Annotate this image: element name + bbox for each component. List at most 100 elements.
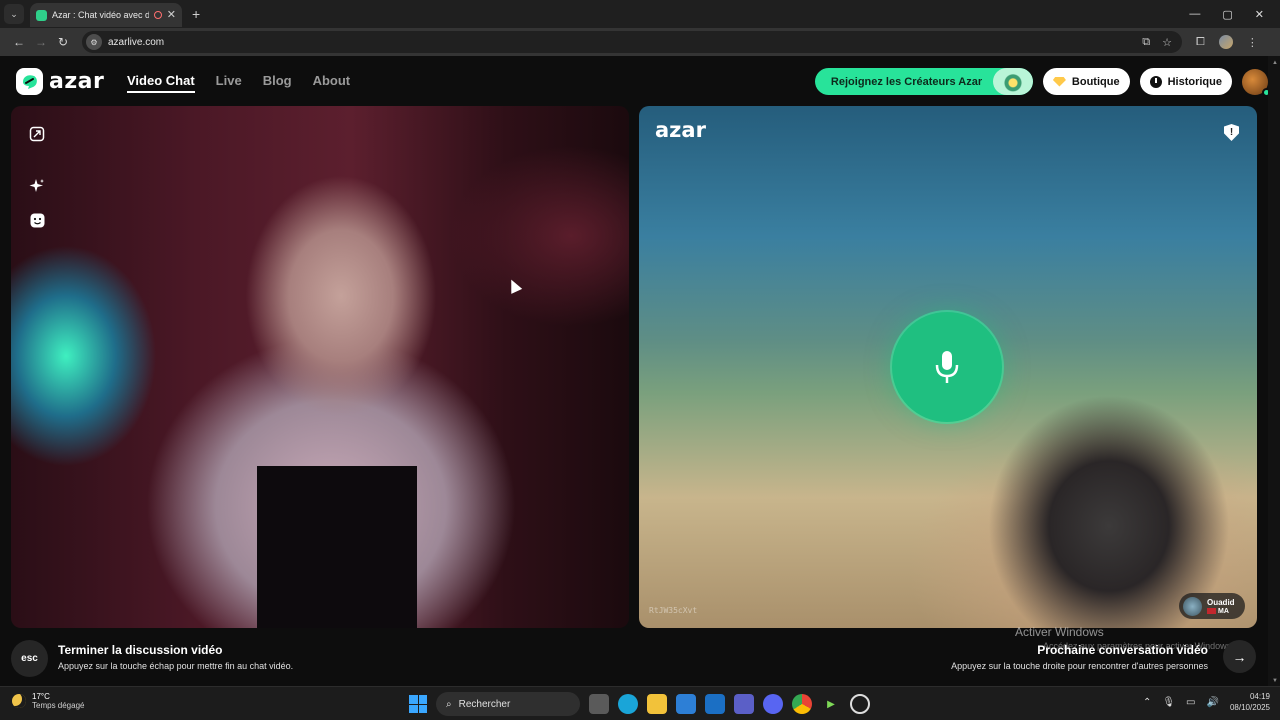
join-creators-button[interactable]: Rejoignez les Créateurs Azar [814, 68, 1033, 95]
system-clock[interactable]: 04:19 08/10/2025 [1230, 691, 1270, 713]
end-chat-hint: Appuyez sur la touche échap pour mettre … [58, 661, 294, 671]
chrome-icon[interactable] [792, 694, 812, 714]
scroll-up-icon[interactable]: ▲ [1272, 60, 1278, 66]
report-shield-icon[interactable]: ! [1224, 124, 1239, 141]
address-bar[interactable]: ⚙ azarlive.com ⧉ ☆ [82, 31, 1182, 53]
forward-icon[interactable]: → [30, 35, 52, 49]
windows-taskbar: 17°C Temps dégagé ⌕ Rechercher ▶ ⌃ 🎙 ▭ 🔊… [0, 686, 1280, 720]
close-window-button[interactable]: ✕ [1255, 8, 1264, 21]
logo-text: azar [49, 69, 105, 94]
tab-title: Azar : Chat vidéo avec de n [52, 10, 149, 20]
start-button[interactable] [409, 695, 427, 713]
local-video [11, 106, 629, 628]
system-tray: ⌃ 🎙 ▭ 🔊 04:19 08/10/2025 [1143, 691, 1270, 713]
chat-footer: Activer Windows Accédez aux paramètres p… [0, 625, 1280, 686]
remote-azar-logo: azar [655, 118, 706, 142]
moon-icon [12, 694, 26, 708]
bookmark-star-icon[interactable]: ☆ [1162, 36, 1172, 49]
window-controls: — ▢ ✕ [1189, 8, 1264, 21]
reload-icon[interactable]: ↻ [52, 35, 74, 49]
nav-about[interactable]: About [313, 73, 351, 93]
weather-desc: Temps dégagé [32, 701, 85, 710]
face-filter-icon[interactable] [29, 212, 45, 228]
expand-icon[interactable] [29, 126, 45, 142]
creators-badge-icon [992, 68, 1033, 95]
clock-date: 08/10/2025 [1229, 703, 1270, 712]
peer-country: MA [1207, 608, 1235, 615]
history-button[interactable]: Historique [1139, 68, 1232, 95]
volume-icon[interactable]: 🔊 [1207, 697, 1219, 708]
user-avatar[interactable] [1242, 68, 1271, 97]
shop-label: Boutique [1071, 75, 1120, 88]
browser-tab[interactable]: Azar : Chat vidéo avec de n ✕ [30, 3, 182, 27]
taskbar-search[interactable]: ⌕ Rechercher [436, 692, 580, 716]
search-placeholder: Rechercher [458, 698, 511, 710]
next-chat-button[interactable]: → [1223, 640, 1256, 673]
morocco-flag-icon [1207, 608, 1216, 614]
search-icon: ⌕ [446, 698, 452, 710]
history-label: Historique [1167, 75, 1222, 88]
file-explorer-icon[interactable] [647, 694, 667, 714]
header-actions: Rejoignez les Créateurs Azar Boutique Hi… [814, 68, 1271, 97]
azar-app: azar Video Chat Live Blog About Rejoigne… [0, 56, 1280, 686]
end-chat-info: Terminer la discussion vidéo Appuyez sur… [58, 643, 293, 671]
new-tab-button[interactable]: + [192, 6, 200, 22]
nav-video-chat[interactable]: Video Chat [127, 73, 195, 93]
recording-indicator-icon [153, 11, 162, 19]
browser-tabstrip: ⌄ Azar : Chat vidéo avec de n ✕ + — ▢ ✕ [0, 0, 1280, 28]
clock-time: 04:19 [1249, 692, 1270, 701]
shop-button[interactable]: Boutique [1042, 68, 1130, 95]
browser-menu-icon[interactable]: ⋮ [1247, 36, 1258, 49]
weather-temp: 17°C [32, 692, 50, 701]
maximize-button[interactable]: ▢ [1222, 8, 1232, 21]
microphone-button[interactable] [892, 312, 1002, 422]
sparkle-icon[interactable] [29, 178, 45, 194]
tray-overflow-icon[interactable]: ⌃ [1143, 697, 1151, 708]
clock-icon [1149, 75, 1162, 88]
nav-blog[interactable]: Blog [263, 73, 292, 93]
edge-icon[interactable] [618, 694, 638, 714]
teams-icon[interactable] [734, 694, 754, 714]
site-header: azar Video Chat Live Blog About Rejoigne… [0, 56, 1280, 106]
weather-widget[interactable]: 17°C Temps dégagé [12, 692, 84, 710]
network-icon[interactable]: ▭ [1186, 697, 1195, 708]
discord-icon[interactable] [763, 694, 783, 714]
peer-profile-badge[interactable]: Ouadid MA [1179, 593, 1245, 619]
scroll-down-icon[interactable]: ▼ [1272, 678, 1278, 684]
next-chat-hint: Appuyez sur la touche droite pour rencon… [951, 661, 1208, 671]
azar-logo-icon [16, 68, 43, 95]
main-nav: Video Chat Live Blog About [127, 73, 350, 93]
task-view-icon[interactable] [589, 694, 609, 714]
activate-windows-watermark: Activer Windows [1015, 625, 1104, 639]
video-subject [257, 466, 417, 628]
browser-toolbar: ← → ↻ ⚙ azarlive.com ⧉ ☆ ⧠ ⋮ [0, 28, 1280, 56]
end-chat-button[interactable]: esc [11, 640, 48, 677]
remote-video: azar ! RtJW35cXvt Ouadid MA [639, 106, 1257, 628]
peer-avatar [1183, 596, 1202, 616]
store-icon[interactable] [676, 694, 696, 714]
obs-icon[interactable] [850, 694, 870, 714]
page-scrollbar[interactable]: ▲ ▼ [1268, 56, 1280, 686]
url-text[interactable]: azarlive.com [108, 37, 164, 48]
taskbar-apps: ⌕ Rechercher ▶ [409, 692, 870, 716]
end-chat-title: Terminer la discussion vidéo [58, 643, 223, 657]
minimize-button[interactable]: — [1189, 8, 1200, 21]
play-app-icon[interactable]: ▶ [821, 694, 841, 714]
site-info-icon[interactable]: ⚙ [86, 34, 102, 50]
peer-name: Ouadid [1207, 597, 1235, 607]
profile-avatar-icon[interactable] [1218, 35, 1233, 49]
extensions-icon[interactable]: ⧠ [1196, 36, 1205, 49]
screen: ⌄ Azar : Chat vidéo avec de n ✕ + — ▢ ✕ … [0, 0, 1280, 720]
install-app-icon[interactable]: ⧉ [1142, 36, 1150, 49]
tab-search-button[interactable]: ⌄ [4, 4, 24, 24]
back-icon[interactable]: ← [8, 35, 30, 49]
peer-country-code: MA [1218, 607, 1229, 615]
outlook-icon[interactable] [705, 694, 725, 714]
close-tab-icon[interactable]: ✕ [167, 9, 176, 21]
join-creators-label: Rejoignez les Créateurs Azar [830, 75, 983, 88]
mic-tray-icon[interactable]: 🎙 [1162, 697, 1175, 708]
nav-live[interactable]: Live [216, 73, 242, 93]
arrow-right-icon: → [1232, 648, 1247, 665]
azar-logo[interactable]: azar [16, 68, 104, 95]
microphone-icon [935, 351, 959, 383]
